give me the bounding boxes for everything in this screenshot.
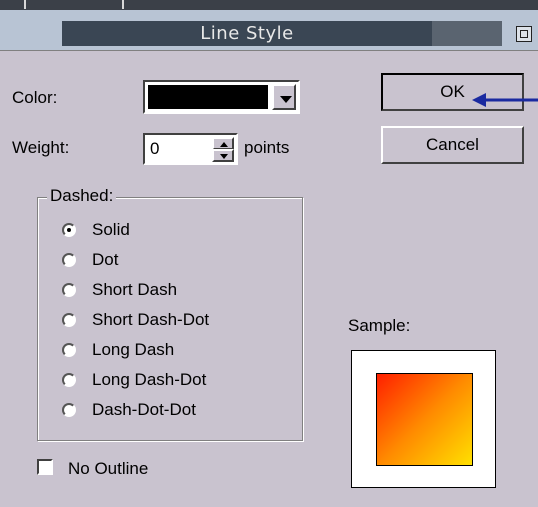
radio-short-dash[interactable]: Short Dash	[62, 280, 282, 302]
color-label: Color:	[12, 88, 58, 107]
radio-label: Dot	[92, 250, 119, 269]
radio-dot[interactable]	[62, 283, 76, 297]
radio-dot[interactable]	[62, 403, 76, 417]
no-outline-label: No Outline	[68, 459, 149, 478]
sample-preview	[351, 350, 496, 488]
weight-value[interactable]: 0	[150, 139, 159, 159]
top-window-strip	[0, 0, 538, 10]
title-bar[interactable]: Line Style	[0, 10, 538, 51]
radio-label: Long Dash	[92, 340, 175, 359]
title-bar-fill	[432, 21, 502, 46]
radio-dot[interactable]	[62, 343, 76, 357]
radio-dot[interactable]	[62, 313, 76, 327]
radio-label: Dash-Dot-Dot	[92, 400, 196, 419]
radio-dot[interactable]	[62, 373, 76, 387]
ok-button-label: OK	[440, 82, 465, 101]
strip-tick	[122, 0, 124, 9]
radio-label: Long Dash-Dot	[92, 370, 207, 389]
cancel-button[interactable]: Cancel	[381, 126, 524, 164]
sample-label: Sample:	[348, 316, 411, 335]
radio-dot[interactable]	[62, 253, 76, 267]
spin-down-icon[interactable]	[212, 149, 234, 162]
radio-solid[interactable]: Solid	[62, 220, 282, 242]
radio-dash-dot-dot[interactable]: Dash-Dot-Dot	[62, 400, 282, 422]
weight-stepper[interactable]: 0	[143, 133, 238, 165]
radio-label: Short Dash	[92, 280, 178, 299]
no-outline-checkbox[interactable]	[37, 459, 53, 475]
title-bar-band: Line Style	[62, 21, 432, 46]
chevron-down-icon[interactable]	[272, 84, 296, 110]
maximize-icon[interactable]	[516, 26, 532, 42]
dashed-group-label: Dashed:	[47, 186, 117, 206]
cancel-button-label: Cancel	[426, 135, 479, 154]
window-title: Line Style	[200, 23, 294, 44]
weight-label: Weight:	[12, 138, 70, 157]
color-combo[interactable]	[143, 80, 300, 114]
radio-long-dash-dot[interactable]: Long Dash-Dot	[62, 370, 282, 392]
strip-tick	[24, 0, 26, 9]
radio-long-dash[interactable]: Long Dash	[62, 340, 282, 362]
arrow-left-icon	[472, 93, 538, 107]
radio-dot-style[interactable]: Dot	[62, 250, 282, 272]
radio-label: Solid	[92, 220, 130, 239]
color-swatch	[148, 85, 268, 109]
radio-short-dash-dot[interactable]: Short Dash-Dot	[62, 310, 282, 332]
weight-unit: points	[244, 138, 290, 157]
radio-dot[interactable]	[62, 223, 76, 237]
sample-gradient-square	[376, 373, 473, 466]
radio-label: Short Dash-Dot	[92, 310, 210, 329]
